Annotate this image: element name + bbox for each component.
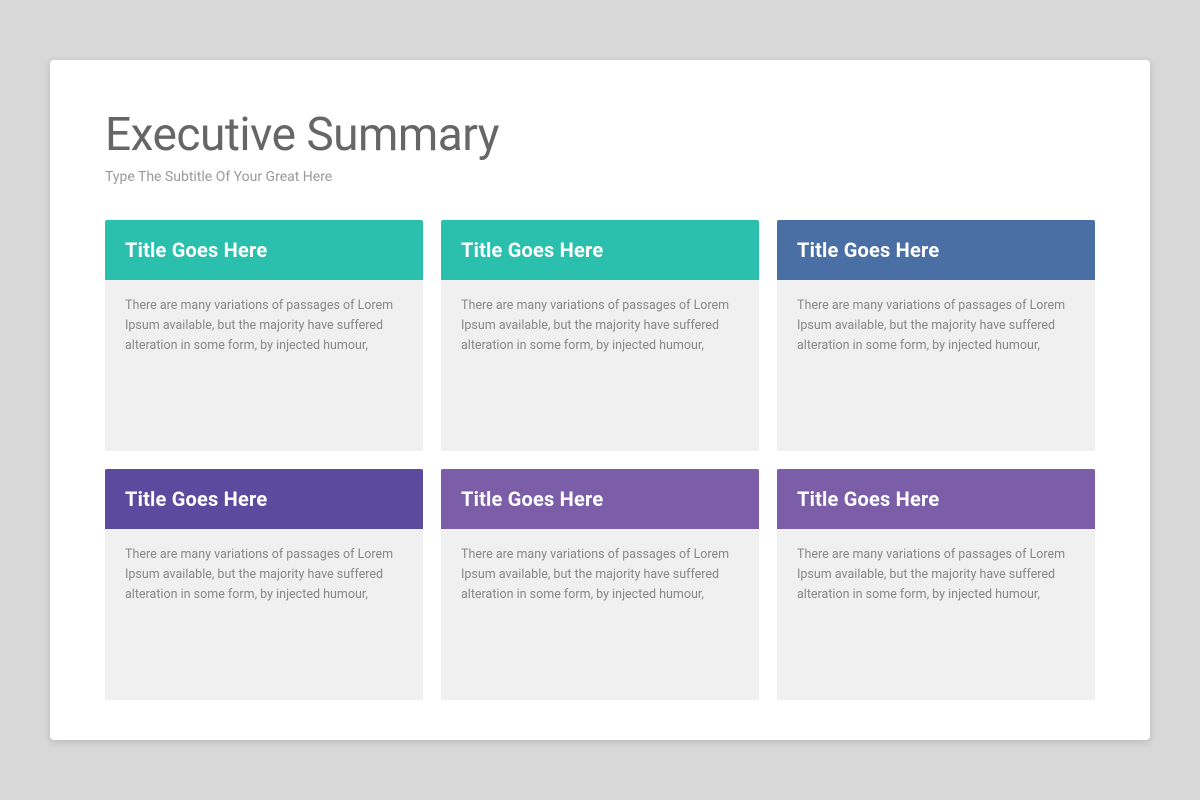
card-4-header: Title Goes Here [105,469,423,529]
card-3-body: There are many variations of passages of… [777,280,1095,451]
card-6: Title Goes Here There are many variation… [777,469,1095,700]
card-1-header: Title Goes Here [105,220,423,280]
card-1-title: Title Goes Here [125,238,267,262]
card-2-text: There are many variations of passages of… [461,296,739,356]
card-4-title: Title Goes Here [125,487,267,511]
card-6-text: There are many variations of passages of… [797,545,1075,605]
cards-grid: Title Goes Here There are many variation… [105,220,1095,700]
slide-subtitle: Type The Subtitle Of Your Great Here [105,169,1095,185]
slide: Executive Summary Type The Subtitle Of Y… [50,60,1150,740]
card-1: Title Goes Here There are many variation… [105,220,423,451]
card-3-title: Title Goes Here [797,238,939,262]
card-2-header: Title Goes Here [441,220,759,280]
card-2-title: Title Goes Here [461,238,603,262]
card-2: Title Goes Here There are many variation… [441,220,759,451]
card-5-text: There are many variations of passages of… [461,545,739,605]
card-1-text: There are many variations of passages of… [125,296,403,356]
card-1-body: There are many variations of passages of… [105,280,423,451]
card-4-text: There are many variations of passages of… [125,545,403,605]
card-3-header: Title Goes Here [777,220,1095,280]
card-4-body: There are many variations of passages of… [105,529,423,700]
slide-title: Executive Summary [105,110,1095,161]
card-6-title: Title Goes Here [797,487,939,511]
card-4: Title Goes Here There are many variation… [105,469,423,700]
card-6-header: Title Goes Here [777,469,1095,529]
card-5-body: There are many variations of passages of… [441,529,759,700]
card-6-body: There are many variations of passages of… [777,529,1095,700]
card-3: Title Goes Here There are many variation… [777,220,1095,451]
card-5-header: Title Goes Here [441,469,759,529]
card-3-text: There are many variations of passages of… [797,296,1075,356]
card-2-body: There are many variations of passages of… [441,280,759,451]
card-5-title: Title Goes Here [461,487,603,511]
card-5: Title Goes Here There are many variation… [441,469,759,700]
slide-header: Executive Summary Type The Subtitle Of Y… [105,110,1095,185]
